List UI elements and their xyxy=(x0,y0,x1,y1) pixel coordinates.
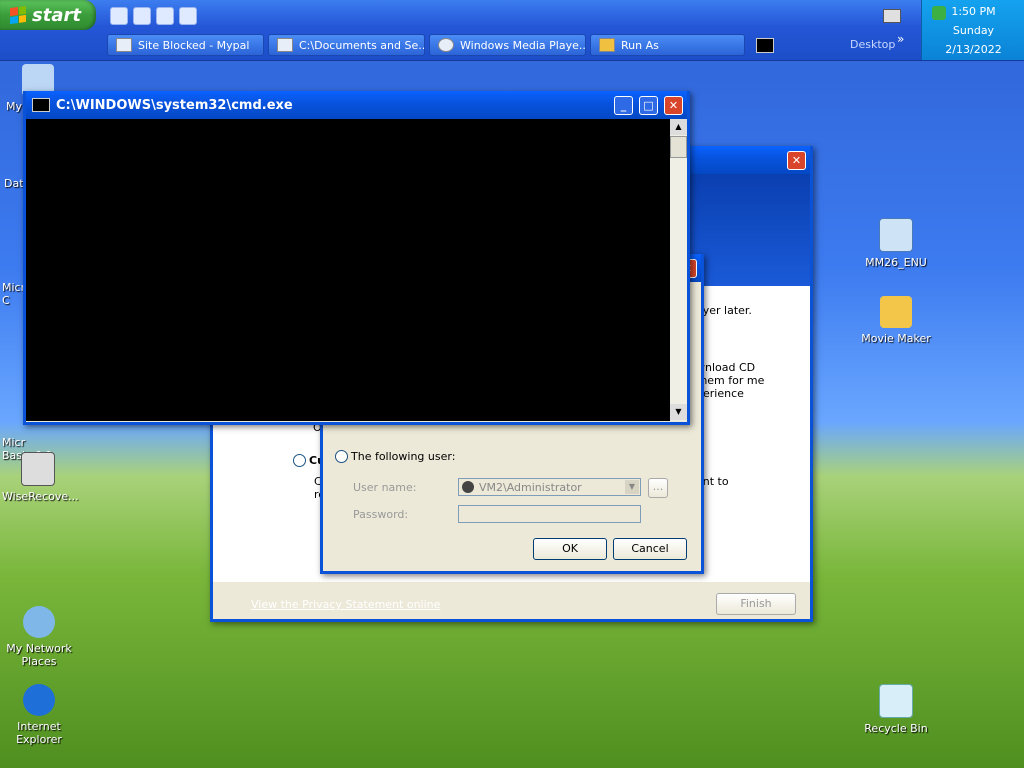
user-name-label: User name: xyxy=(353,481,417,494)
password-label: Password: xyxy=(353,508,409,521)
wiserecovery-icon xyxy=(21,452,55,486)
mypal-icon xyxy=(116,38,132,52)
task-label: C:\Documents and Se... xyxy=(299,38,425,52)
scroll-down-button[interactable]: ▼ xyxy=(670,404,687,420)
wizard-text: ayer later. xyxy=(696,304,752,317)
wizard-text: wnload CD xyxy=(696,361,756,374)
task-label: Windows Media Playe... xyxy=(460,38,586,52)
chevron-down-icon[interactable]: ▼ xyxy=(625,480,639,494)
desktop-icon-recycle-bin[interactable]: Recycle Bin xyxy=(860,684,932,735)
7zip-icon xyxy=(277,38,293,52)
network-icon[interactable] xyxy=(932,6,946,20)
cmd-close-button[interactable]: ✕ xyxy=(664,95,683,115)
task-run-as[interactable]: Run As xyxy=(590,34,745,56)
scroll-up-button[interactable]: ▲ xyxy=(670,119,687,135)
ok-button[interactable]: OK xyxy=(533,538,607,560)
media-player-icon[interactable] xyxy=(156,7,174,25)
cmd-icon xyxy=(32,98,50,112)
toolbar-chevron-icon[interactable]: » xyxy=(897,32,904,46)
privacy-statement-link[interactable]: View the Privacy Statement online xyxy=(251,598,440,611)
wizard-text: them for me xyxy=(696,374,765,387)
icon-label: Internet Explorer xyxy=(16,720,62,746)
console-scrollbar[interactable]: ▲ ▼ xyxy=(670,119,687,421)
browse-user-button[interactable]: ... xyxy=(648,478,668,498)
wizard-close-button[interactable]: ✕ xyxy=(787,150,806,170)
desktop-icon-my-network-places[interactable]: My Network Places xyxy=(3,606,75,668)
start-label: start xyxy=(32,4,81,26)
desktop-icon-wiserecovery[interactable]: WiseRecove... xyxy=(2,452,79,503)
desktop-icon-mm26-enu[interactable]: MM26_ENU xyxy=(860,218,932,269)
user-name-value: VM2\Administrator xyxy=(479,481,582,494)
cmd-title-bar: C:\WINDOWS\system32\cmd.exe _ □ ✕ xyxy=(26,91,687,119)
finish-button[interactable]: Finish xyxy=(716,593,796,615)
media-player-icon xyxy=(438,38,454,52)
cmd-window: C:\WINDOWS\system32\cmd.exe _ □ ✕ ▲ ▼ xyxy=(23,91,690,425)
scroll-thumb[interactable] xyxy=(670,136,687,158)
messenger-icon[interactable] xyxy=(179,7,197,25)
task-label: Site Blocked - Mypal xyxy=(138,38,250,52)
password-field[interactable] xyxy=(458,505,641,523)
task-label: Run As xyxy=(621,38,659,52)
icon-label: Movie Maker xyxy=(861,332,931,345)
icon-label: Recycle Bin xyxy=(864,722,928,735)
icon-label: My Network Places xyxy=(6,642,72,668)
task-windows-media-player[interactable]: Windows Media Playe... xyxy=(429,34,586,56)
minimize-button[interactable]: _ xyxy=(614,95,633,115)
desktop-icon-movie-maker[interactable]: Movie Maker xyxy=(860,296,932,345)
following-user-label[interactable]: The following user: xyxy=(351,450,455,463)
task-7zip-documents[interactable]: C:\Documents and Se... xyxy=(268,34,425,56)
system-tray: 1:50 PM Sunday 2/13/2022 xyxy=(921,0,1024,60)
internet-explorer-icon xyxy=(23,684,55,716)
following-user-radio[interactable] xyxy=(335,450,348,463)
taskbar: start Site Blocked - Mypal C:\Documents … xyxy=(0,0,1024,61)
desktop-icon-internet-explorer[interactable]: Internet Explorer xyxy=(3,684,75,746)
icon-label: MM26_ENU xyxy=(865,256,927,269)
folder-icon xyxy=(880,296,912,328)
outlook-icon[interactable] xyxy=(133,7,151,25)
task-site-blocked-mypal[interactable]: Site Blocked - Mypal xyxy=(107,34,264,56)
start-button[interactable]: start xyxy=(0,0,96,30)
folder-icon xyxy=(599,38,615,52)
custom-settings-radio[interactable] xyxy=(293,454,306,467)
cmd-title: C:\WINDOWS\system32\cmd.exe xyxy=(56,97,293,113)
network-places-icon xyxy=(23,606,55,638)
windows-logo-icon xyxy=(10,5,26,25)
icon-label: WiseRecove... xyxy=(2,490,79,503)
cancel-button[interactable]: Cancel xyxy=(613,538,687,560)
internet-explorer-icon[interactable] xyxy=(110,7,128,25)
user-name-combo[interactable]: VM2\Administrator ▼ xyxy=(458,478,641,496)
maximize-button[interactable]: □ xyxy=(639,95,658,115)
recycle-bin-icon xyxy=(879,684,913,718)
clock-date: 2/13/2022 xyxy=(945,43,1002,56)
cmd-icon[interactable] xyxy=(756,38,774,53)
desktop-toolbar-label[interactable]: Desktop xyxy=(850,38,895,51)
clock-day: Sunday xyxy=(952,24,995,37)
user-icon xyxy=(462,481,474,493)
installer-icon xyxy=(879,218,913,252)
keyboard-icon[interactable] xyxy=(883,9,901,23)
console-output[interactable] xyxy=(26,119,670,421)
